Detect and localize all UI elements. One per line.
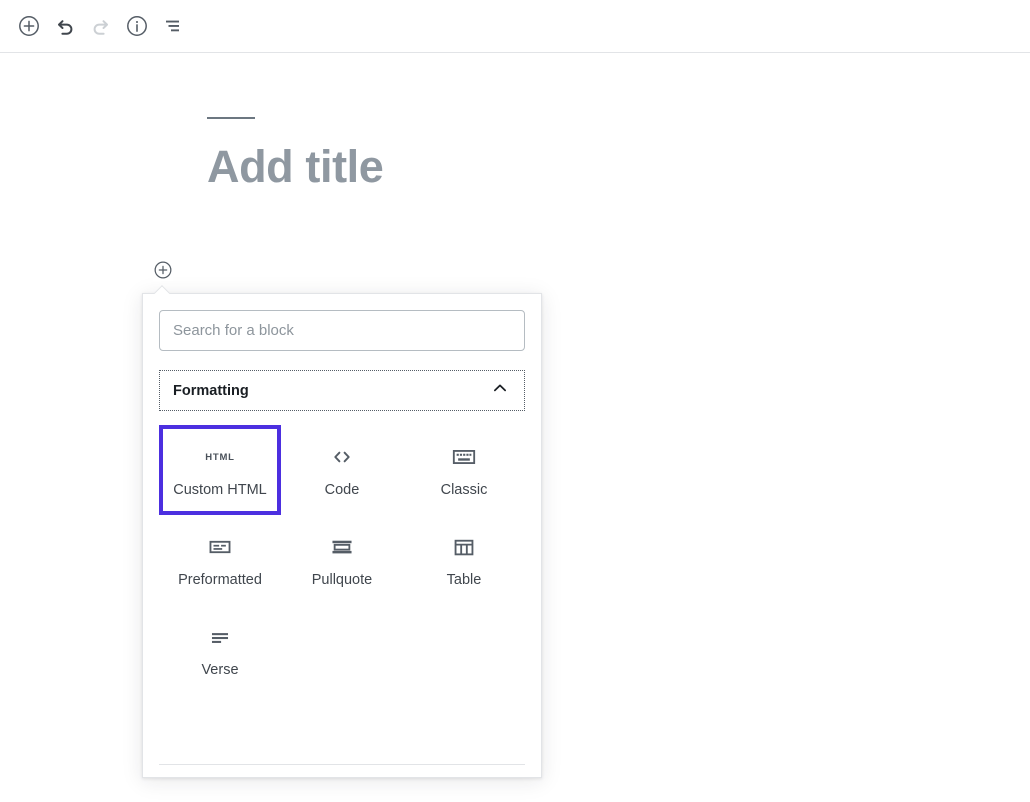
block-item-label: Verse [201, 662, 239, 679]
block-type-grid: HTML Custom HTML Code Classic Preformatt… [159, 425, 525, 695]
undo-icon [53, 14, 77, 38]
redo-button[interactable] [83, 8, 119, 44]
panel-formatting-title: Formatting [173, 382, 249, 399]
code-icon [329, 440, 355, 474]
details-button[interactable] [119, 8, 155, 44]
editor-canvas: Add title Formatting [0, 53, 1030, 802]
keyboard-icon [451, 440, 477, 474]
table-icon [451, 530, 477, 564]
block-item-preformatted[interactable]: Preformatted [159, 515, 281, 605]
block-item-label: Preformatted [178, 572, 262, 589]
verse-icon [207, 620, 233, 654]
block-item-custom-html[interactable]: HTML Custom HTML [159, 425, 281, 515]
block-inserter-popover: Formatting HTML Custom HTML [142, 293, 542, 778]
inline-inserter-toggle[interactable] [153, 261, 173, 281]
block-search-input[interactable] [159, 310, 525, 351]
plus-circle-icon [153, 260, 173, 283]
block-inserter-content: Formatting HTML Custom HTML [143, 294, 541, 777]
chevron-up-icon [489, 377, 511, 404]
post-title-placeholder[interactable]: Add title [207, 141, 827, 193]
popover-arrow [154, 285, 170, 294]
block-item-classic[interactable]: Classic [403, 425, 525, 515]
redo-icon [89, 14, 113, 38]
block-item-label: Pullquote [311, 572, 373, 589]
block-navigation-button[interactable] [155, 8, 191, 44]
preformatted-icon [207, 530, 233, 564]
info-icon [125, 14, 149, 38]
block-item-label: Classic [440, 482, 488, 499]
block-item-label: Code [324, 482, 360, 499]
pullquote-icon [329, 530, 355, 564]
panel-formatting-header[interactable]: Formatting [159, 370, 525, 411]
undo-button[interactable] [47, 8, 83, 44]
title-dash-decoration [207, 117, 255, 119]
editor-toolbar [0, 0, 1030, 53]
panel-section-divider [159, 764, 525, 765]
block-item-pullquote[interactable]: Pullquote [281, 515, 403, 605]
block-item-code[interactable]: Code [281, 425, 403, 515]
block-item-verse[interactable]: Verse [159, 605, 281, 695]
block-item-label: Table [446, 572, 482, 589]
html-icon: HTML [205, 451, 235, 463]
block-item-label: Custom HTML [173, 482, 267, 499]
block-item-table[interactable]: Table [403, 515, 525, 605]
list-view-icon [161, 14, 185, 38]
add-block-button[interactable] [11, 8, 47, 44]
plus-circle-icon [17, 14, 41, 38]
post-title-block[interactable]: Add title [207, 117, 827, 193]
